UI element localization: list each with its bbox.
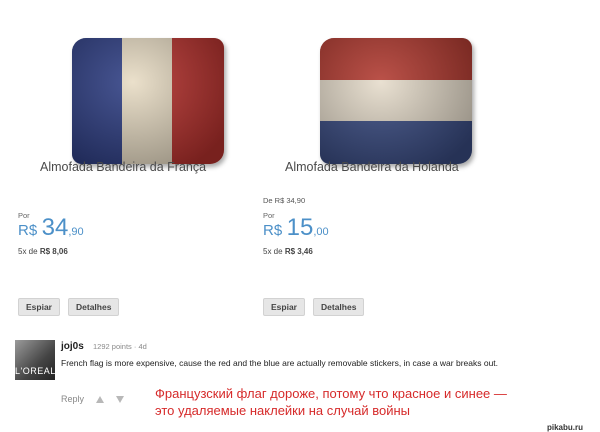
- downvote-icon[interactable]: [116, 395, 125, 403]
- flag-stripe-blue: [320, 121, 472, 164]
- comment: L'OREAL joj0s 1292 points · 4d French fl…: [0, 326, 600, 432]
- price-currency: R$: [263, 222, 283, 239]
- france-flag-pillow-image[interactable]: [72, 38, 224, 164]
- details-button[interactable]: Detalhes: [313, 298, 365, 316]
- installment-prefix: 5x de: [263, 247, 283, 256]
- price-decimal: ,90: [68, 226, 84, 238]
- price-currency: R$: [18, 222, 38, 239]
- upvote-icon[interactable]: [96, 395, 105, 403]
- price-decimal: ,00: [313, 226, 329, 238]
- installment-prefix: 5x de: [18, 247, 38, 256]
- product-name[interactable]: Almofada Bandeira da Holanda: [285, 160, 505, 174]
- flag-stripe-blue: [72, 38, 124, 164]
- spy-button[interactable]: Espiar: [18, 298, 60, 316]
- comment-username[interactable]: joj0s: [61, 341, 84, 352]
- translation-caption: Французский флаг дороже, потому что крас…: [155, 386, 507, 418]
- flag-stripe-red: [320, 38, 472, 81]
- comment-actions: Reply: [61, 394, 125, 404]
- product-price: R$ 34,90: [18, 214, 84, 242]
- avatar[interactable]: L'OREAL: [15, 340, 55, 380]
- installment-text: 5x de R$ 3,46: [263, 247, 313, 256]
- installment-value: R$ 8,06: [39, 247, 68, 256]
- installment-text: 5x de R$ 8,06: [18, 247, 68, 256]
- details-button[interactable]: Detalhes: [68, 298, 120, 316]
- flag-stripe-red: [172, 38, 224, 164]
- comment-text: French flag is more expensive, cause the…: [61, 358, 499, 368]
- product-actions: Espiar Detalhes: [263, 298, 365, 316]
- netherlands-flag-pillow-image[interactable]: [320, 38, 472, 164]
- flag-stripe-white: [320, 79, 472, 123]
- comment-meta: 1292 points · 4d: [93, 342, 147, 351]
- old-price: De R$ 34,90: [263, 196, 306, 205]
- avatar-brand-text: L'OREAL: [15, 366, 55, 376]
- product-name[interactable]: Almofada Bandeira da França: [40, 160, 260, 174]
- product-actions: Espiar Detalhes: [18, 298, 120, 316]
- installment-value: R$ 3,46: [284, 247, 313, 256]
- price-integer: 15: [286, 214, 314, 241]
- flag-stripe-white: [122, 38, 174, 164]
- reply-button[interactable]: Reply: [61, 394, 84, 404]
- product-price: R$ 15,00: [263, 214, 329, 242]
- spy-button[interactable]: Espiar: [263, 298, 305, 316]
- price-integer: 34: [41, 214, 69, 241]
